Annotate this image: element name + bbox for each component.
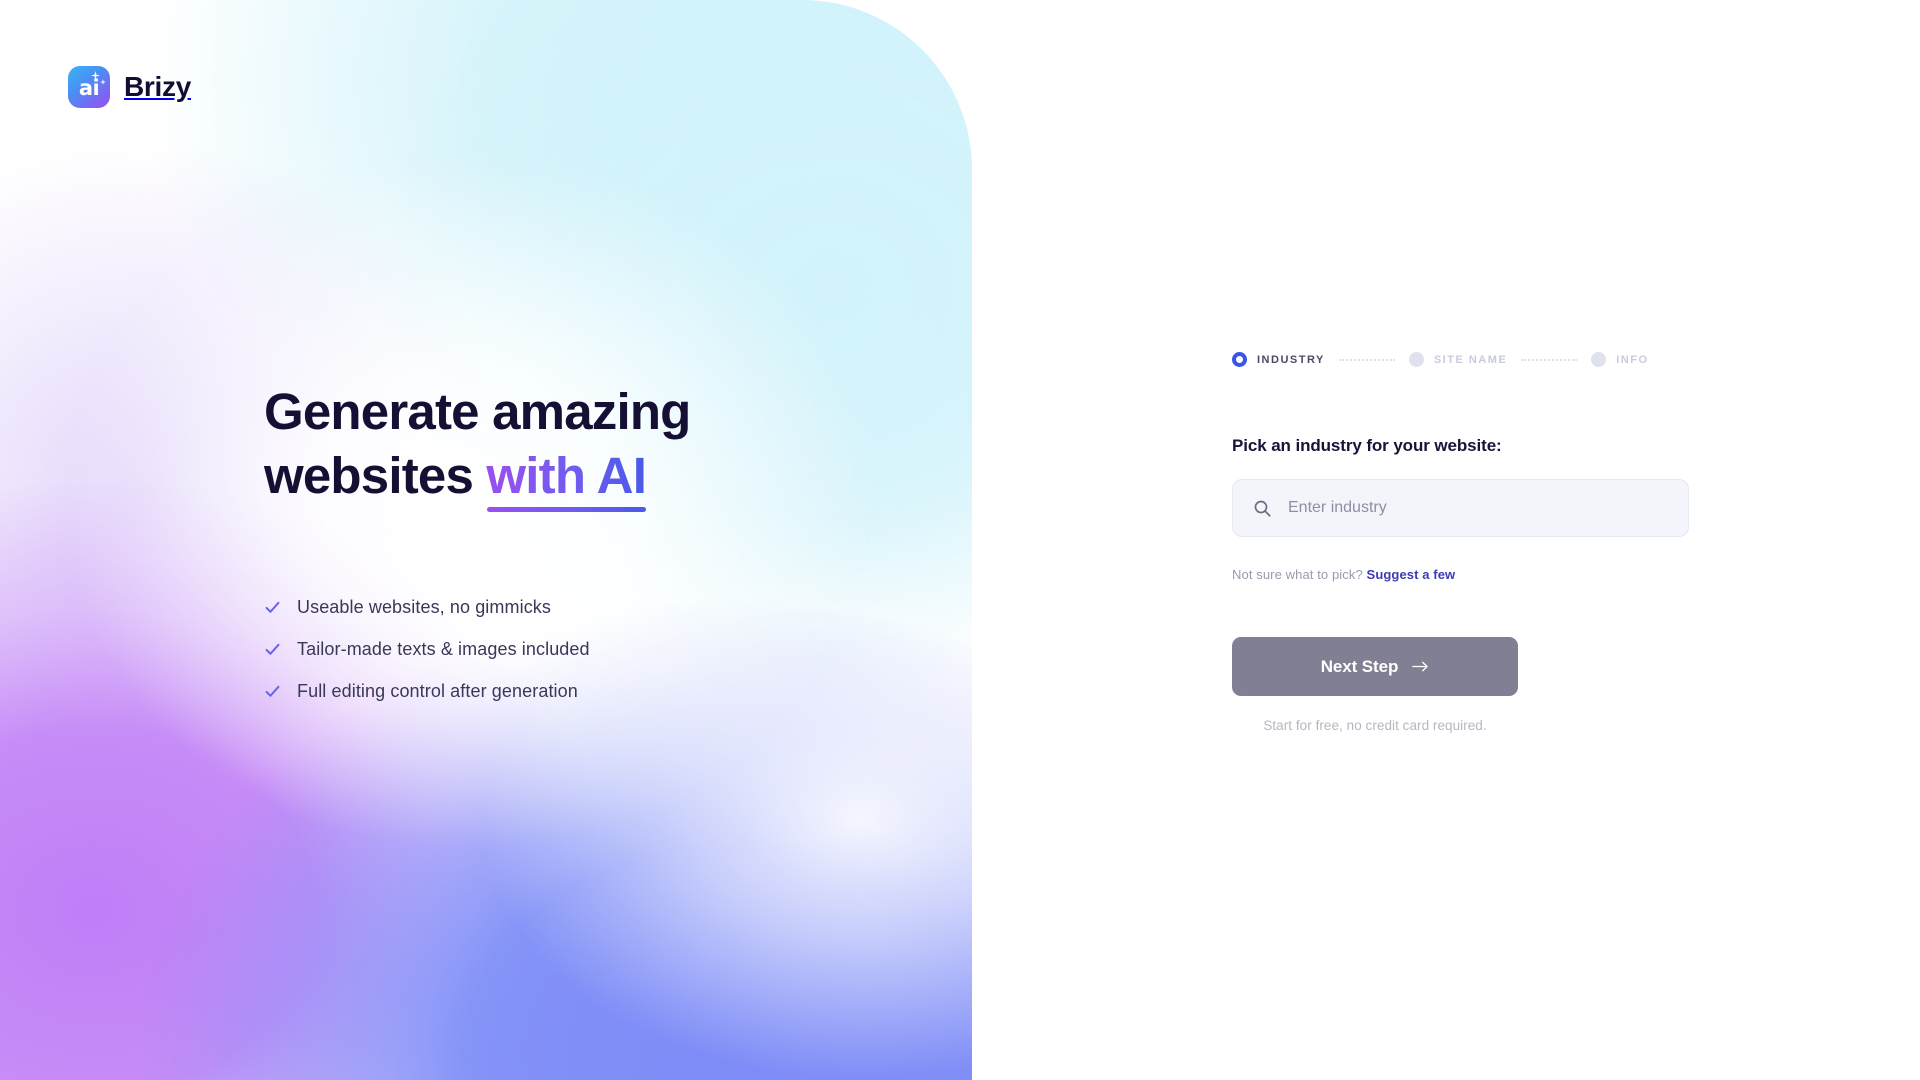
check-icon	[265, 685, 280, 697]
step-connector-1	[1338, 358, 1395, 361]
step-label-industry: INDUSTRY	[1257, 353, 1325, 366]
step-indicator-dot-active	[1232, 352, 1247, 367]
headline-accent-wrap: with AI	[486, 444, 647, 512]
brand-logo[interactable]: ai Brizy	[68, 66, 191, 108]
step-indicator-dot	[1408, 352, 1424, 367]
check-icon	[265, 643, 280, 655]
search-input[interactable]	[1288, 499, 1668, 517]
wizard-stepper: INDUSTRY SITE NAME INFO	[1232, 352, 1649, 367]
next-step-button[interactable]: Next Step	[1232, 637, 1518, 696]
industry-search-box[interactable]	[1232, 479, 1689, 537]
brand-name: Brizy	[124, 71, 191, 102]
helper-text: Not sure what to pick?	[1232, 567, 1363, 582]
step-site-name[interactable]: SITE NAME	[1408, 352, 1508, 367]
headline-line-1: Generate amazing	[264, 383, 691, 440]
list-item-label: Full editing control after generation	[297, 680, 578, 701]
signup-wizard-page: ai Brizy Generate amazing websites with …	[0, 0, 1920, 1080]
feature-list: Useable websites, no gimmicks Tailor-mad…	[264, 597, 904, 702]
check-icon	[265, 601, 280, 613]
hero-content: Generate amazing websites with AI Useabl…	[264, 380, 904, 723]
headline-line-2-plain: websites	[264, 447, 487, 505]
industry-field-label: Pick an industry for your website:	[1232, 436, 1502, 455]
search-icon	[1254, 500, 1271, 517]
free-trial-footnote: Start for free, no credit card required.	[1263, 718, 1487, 733]
arrow-right-icon	[1412, 661, 1429, 672]
headline-underline	[487, 506, 647, 512]
suggest-helper-row: Not sure what to pick? Suggest a few	[1232, 567, 1455, 582]
next-step-label: Next Step	[1320, 656, 1399, 676]
step-label-site-name: SITE NAME	[1433, 353, 1508, 366]
logo-mark-text: ai	[78, 76, 100, 101]
page-title: Generate amazing websites with AI	[264, 380, 904, 512]
wizard-form-panel: INDUSTRY SITE NAME INFO Pick an industry…	[1232, 0, 1792, 1080]
step-label-info: INFO	[1616, 353, 1649, 366]
list-item: Full editing control after generation	[264, 681, 904, 702]
step-connector-2	[1521, 358, 1578, 361]
list-item: Useable websites, no gimmicks	[264, 597, 904, 618]
list-item-label: Useable websites, no gimmicks	[297, 596, 551, 617]
step-info[interactable]: INFO	[1591, 352, 1648, 367]
step-indicator-dot	[1591, 352, 1607, 367]
step-industry[interactable]: INDUSTRY	[1232, 352, 1325, 367]
list-item-label: Tailor-made texts & images included	[297, 638, 590, 659]
ai-sparkle-logo-icon: ai	[68, 66, 110, 108]
list-item: Tailor-made texts & images included	[264, 639, 904, 660]
suggest-a-few-link[interactable]: Suggest a few	[1367, 567, 1456, 582]
headline-line-2-accent: with AI	[486, 447, 647, 505]
